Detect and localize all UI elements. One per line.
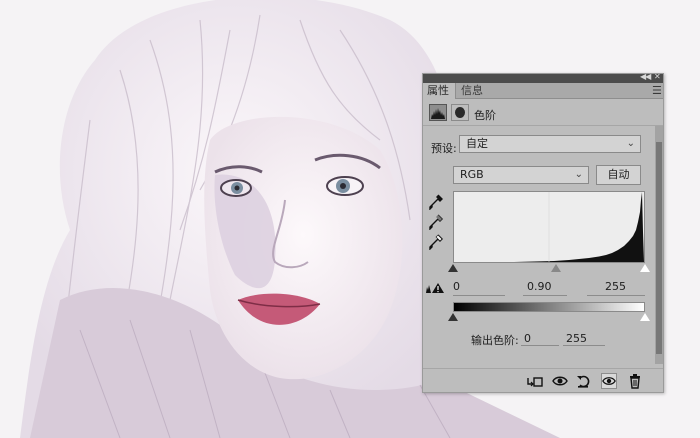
panel-scrollbar[interactable]	[655, 126, 663, 364]
black-point-eyedropper-icon[interactable]	[429, 194, 443, 210]
input-black-slider-handle[interactable]	[448, 264, 458, 272]
clip-to-layer-icon[interactable]	[527, 373, 543, 389]
close-icon[interactable]: ✕	[654, 72, 661, 81]
preset-value: 自定	[466, 137, 488, 150]
channel-select[interactable]: RGB ⌄	[453, 166, 589, 184]
input-gamma-slider-handle[interactable]	[551, 264, 561, 272]
panel-menu-icon[interactable]: ☰	[652, 84, 662, 97]
properties-panel: ◀◀ ✕ 属性 信息 ☰ 色阶 预设: 自定 ⌄ RGB ⌄ 自动 0 0.90…	[422, 72, 664, 393]
input-white-underline	[587, 295, 645, 296]
levels-histogram-icon[interactable]	[429, 104, 447, 121]
gray-point-eyedropper-icon[interactable]	[429, 214, 443, 230]
tab-properties[interactable]: 属性	[423, 83, 456, 99]
input-black-underline	[453, 295, 505, 296]
output-white-slider-handle[interactable]	[640, 313, 650, 321]
delete-icon[interactable]	[627, 373, 643, 389]
histogram	[453, 191, 645, 263]
adjustment-title: 色阶	[474, 109, 496, 122]
white-point-eyedropper-icon[interactable]	[429, 234, 443, 250]
auto-button[interactable]: 自动	[596, 165, 641, 185]
toggle-visibility-icon[interactable]	[601, 373, 617, 389]
panel-footer	[423, 368, 663, 392]
scrollbar-thumb[interactable]	[656, 142, 662, 354]
output-black-slider-handle[interactable]	[448, 313, 458, 321]
reset-icon[interactable]	[576, 373, 592, 389]
input-gamma-field[interactable]: 0.90	[527, 280, 552, 293]
chevron-down-icon: ⌄	[626, 138, 635, 149]
view-previous-state-icon[interactable]	[552, 373, 568, 389]
input-white-slider-handle[interactable]	[640, 264, 650, 272]
output-black-field[interactable]: 0	[524, 332, 531, 345]
tab-info[interactable]: 信息	[457, 83, 489, 99]
adjustment-header: 色阶	[423, 100, 663, 126]
output-white-underline	[563, 345, 605, 346]
input-gamma-underline	[523, 295, 567, 296]
input-black-field[interactable]: 0	[453, 280, 460, 293]
layer-mask-icon[interactable]	[451, 104, 469, 121]
clipping-warning-icon[interactable]	[425, 282, 445, 294]
channel-value: RGB	[460, 168, 484, 181]
panel-tabbar: 属性 信息 ☰	[423, 83, 663, 99]
chevron-down-icon: ⌄	[574, 169, 583, 180]
output-white-field[interactable]: 255	[566, 332, 587, 345]
input-white-field[interactable]: 255	[605, 280, 626, 293]
panel-titlebar[interactable]: ◀◀ ✕	[423, 72, 663, 83]
output-black-underline	[521, 345, 559, 346]
input-levels-slider[interactable]	[448, 264, 650, 274]
output-gradient-bar	[453, 302, 645, 312]
output-levels-slider[interactable]	[448, 313, 650, 323]
output-levels-label: 输出色阶:	[471, 334, 519, 347]
collapse-icon[interactable]: ◀◀	[640, 72, 651, 81]
preset-label: 预设:	[431, 142, 457, 155]
preset-select[interactable]: 自定 ⌄	[459, 135, 641, 153]
